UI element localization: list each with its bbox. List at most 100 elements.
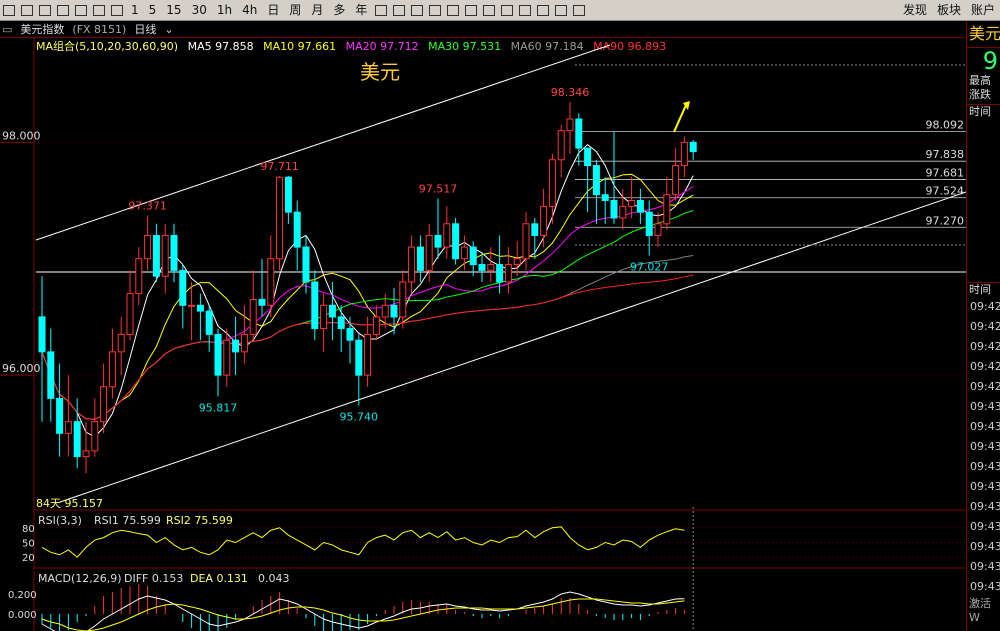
period-1[interactable]: 1 (126, 0, 144, 20)
candle-down (205, 310, 213, 335)
tick-time: 09:43 (970, 420, 1000, 433)
candle-down (293, 211, 301, 248)
candle-up (513, 258, 521, 266)
instrument-title[interactable]: 美元指数 (20, 21, 64, 37)
cross-icon[interactable] (393, 4, 406, 16)
period-select[interactable]: 日线 (134, 21, 156, 37)
candle-up (680, 141, 688, 167)
price-annotation: 95.817 (199, 401, 238, 414)
ruler-icon[interactable] (573, 4, 586, 16)
period-1h[interactable]: 1h (212, 0, 237, 20)
arrow-up-icon[interactable] (447, 4, 460, 16)
arrow-left-icon[interactable] (411, 4, 424, 16)
candle-up (249, 298, 257, 335)
pen-icon[interactable] (501, 4, 514, 16)
candle-down (478, 264, 486, 271)
period-multi[interactable]: 多 (328, 0, 350, 20)
candle-down (452, 223, 460, 260)
candle-icon[interactable] (57, 4, 69, 16)
diamond-icon[interactable] (375, 4, 388, 16)
period-week[interactable]: 周 (284, 0, 306, 20)
quote-title: 美元 (967, 21, 1000, 48)
sector-button[interactable]: 板块 (932, 0, 966, 20)
tick-time: 09:43 (970, 520, 1000, 533)
candle-down (328, 304, 336, 318)
candle-up (108, 351, 116, 388)
candle-down (610, 200, 618, 219)
search-icon[interactable] (111, 4, 123, 16)
candle-up (443, 223, 451, 248)
period-15[interactable]: 15 (161, 0, 186, 20)
instrument-bar: ▭ 美元指数 (FX 8151) 日线 ⌄ (0, 21, 965, 38)
candle-up (267, 258, 275, 306)
candle-up (144, 234, 152, 260)
table-icon[interactable] (483, 4, 496, 16)
candle-down (337, 316, 345, 330)
time-header-2: 时间 (967, 282, 1000, 297)
candle-down (584, 147, 592, 167)
tick-time: 09:42 (970, 360, 1000, 373)
activate-watermark: 激活 W (969, 597, 991, 624)
chevron-down-icon[interactable]: ⌄ (164, 23, 173, 36)
tick-time: 09:43 (970, 440, 1000, 453)
expand-icon[interactable]: ▭ (2, 23, 12, 36)
candle-down (232, 339, 240, 353)
candle-up (399, 281, 407, 318)
macd-hist-value: 0.043 (258, 572, 290, 585)
period-year[interactable]: 年 (350, 0, 372, 20)
price-annotation: 97.371 (128, 200, 167, 213)
candle-down (636, 200, 644, 213)
period-30[interactable]: 30 (187, 0, 212, 20)
period-5[interactable]: 5 (144, 0, 162, 20)
window-icon[interactable] (75, 4, 87, 16)
macd-label: MACD(12,26,9) (38, 572, 122, 585)
candle-up (487, 264, 495, 271)
candle-down (179, 269, 187, 306)
candle-down (346, 328, 354, 341)
candle-down (152, 234, 160, 277)
tick-time: 09:43 (970, 580, 1000, 593)
time-header: 时间 (967, 104, 1000, 119)
dash-line-icon[interactable] (537, 4, 550, 16)
line-icon[interactable] (519, 4, 532, 16)
period-4h[interactable]: 4h (237, 0, 262, 20)
candle-up (548, 159, 556, 207)
quote-change-label: 涨跌 (969, 88, 991, 101)
macd-tick-label: 0.000 (8, 610, 37, 621)
lock-icon[interactable] (93, 4, 105, 16)
quote-high-label: 最高 (969, 74, 991, 87)
trend-arrow-icon (673, 104, 687, 133)
candle-down (73, 421, 81, 458)
y-tick-label: 98.000 (2, 129, 41, 142)
candle-up (663, 194, 671, 225)
period-low-label: 84天 95.157 (36, 497, 103, 510)
discover-button[interactable]: 发现 (898, 0, 932, 20)
candle-up (320, 304, 328, 330)
period-month[interactable]: 月 (306, 0, 328, 20)
candle-down (170, 234, 178, 271)
grid-icon[interactable] (3, 4, 15, 16)
candle-down (38, 316, 46, 353)
candle-down (592, 165, 600, 196)
price-annotation: 95.740 (340, 410, 379, 423)
tick-time: 09:42 (970, 380, 1000, 393)
drawing-icon[interactable] (39, 4, 51, 16)
fib-level-label: 97.524 (926, 185, 965, 198)
tick-time: 09:43 (970, 560, 1000, 573)
candle-up (628, 200, 636, 207)
channel-lower-line (59, 191, 966, 503)
candle-up (672, 165, 680, 196)
account-button[interactable]: 账户 (966, 0, 1000, 20)
line-chart-icon[interactable] (21, 4, 33, 16)
candle-up (276, 176, 284, 260)
fib-icon[interactable] (555, 4, 568, 16)
candle-up (522, 223, 530, 260)
period-day[interactable]: 日 (262, 0, 284, 20)
candlestick-chart[interactable]: 98.000 96.000 美元 98.092 97.838 97.681 97.524 97… (0, 37, 966, 631)
tick-time-list[interactable]: 09:42 09:42 09:42 09:42 09:42 09:43 09:43 09:43… (967, 297, 1000, 597)
candle-down (689, 141, 697, 153)
candle-down (575, 118, 583, 149)
candle-down (434, 234, 442, 248)
arrow-down-icon[interactable] (465, 4, 478, 16)
arrow-right-icon[interactable] (429, 4, 442, 16)
